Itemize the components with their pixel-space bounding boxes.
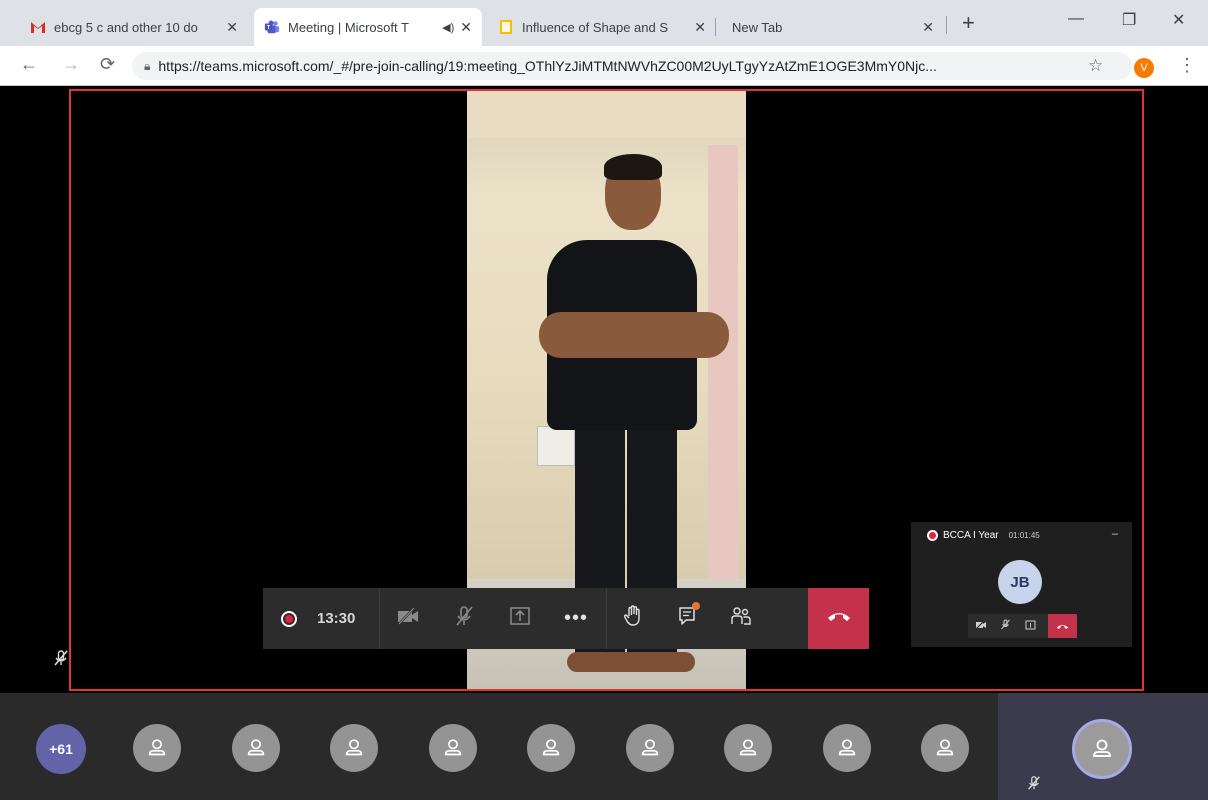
mic-off-icon [52,649,70,667]
more-actions-button[interactable]: ••• [552,588,600,649]
minimize-icon[interactable]: – [1112,528,1118,540]
bookmark-star-icon[interactable]: ☆ [1088,56,1103,76]
hand-icon [623,605,643,632]
url-text: https://teams.microsoft.com/_#/pre-join-… [158,58,937,74]
call-timer: 13:30 [317,610,356,627]
speaker-icon[interactable]: ◀︎) [442,21,454,34]
teams-icon: T [264,19,280,35]
mic-toggle-button[interactable] [440,588,488,649]
mini-call-controls [968,614,1077,638]
person-icon [838,739,856,756]
browser-toolbar: ← → ⟳ 🔒︎ https://teams.microsoft.com/_#/… [0,46,1208,86]
share-screen-icon [509,606,531,631]
participant-avatar[interactable] [724,724,772,772]
person-icon [739,739,757,756]
participant-avatar[interactable] [232,724,280,772]
tab-teams-meeting[interactable]: T Meeting | Microsoft T ◀︎) ✕ [254,8,482,46]
meeting-stage: 13:30 ••• BCCA I Year 01:01:45 – JB [0,87,1208,693]
mini-call-time: 01:01:45 [1008,531,1040,540]
participant-avatar[interactable] [921,724,969,772]
participant-avatar[interactable] [330,724,378,772]
recording-indicator: 13:30 [263,588,380,649]
self-avatar [1072,719,1132,779]
call-controls: 13:30 ••• [263,588,869,649]
close-icon[interactable]: ✕ [922,19,934,36]
share-screen-icon [1025,617,1036,635]
mini-hang-up-button[interactable] [1048,614,1077,638]
person-icon [345,739,363,756]
tab-title: Meeting | Microsoft T [288,19,409,35]
mic-off-icon [1000,617,1011,635]
camera-off-icon [396,606,420,631]
address-bar[interactable]: 🔒︎ https://teams.microsoft.com/_#/pre-jo… [132,52,1132,80]
new-tab-button[interactable]: + [962,12,975,34]
restore-button[interactable]: ❐ [1122,10,1136,30]
minimize-button[interactable]: — [1068,10,1084,28]
close-window-button[interactable]: ✕ [1172,10,1185,30]
mic-off-icon [453,605,475,632]
browser-tab-bar: ebcg 5 c and other 10 do ✕ T Meeting | M… [0,0,1208,46]
mic-off-icon [1026,775,1042,791]
people-icon [730,606,752,631]
record-icon [281,610,297,627]
person-icon [247,739,265,756]
avatar: JB [998,560,1042,604]
forward-arrow-icon[interactable]: → [62,54,80,75]
hang-up-button[interactable] [808,588,869,649]
participant-avatar[interactable] [527,724,575,772]
chat-button[interactable] [663,588,711,649]
profile-avatar[interactable]: V [1134,58,1154,78]
participant-avatar[interactable] [133,724,181,772]
tab-document[interactable]: Influence of Shape and S ✕ [488,8,716,46]
mini-call-window[interactable]: BCCA I Year 01:01:45 – JB [911,522,1132,647]
person-icon [148,739,166,756]
participant-strip: +61 [0,693,1208,800]
tab-new-tab[interactable]: New Tab ✕ [722,8,944,46]
person-icon [936,739,954,756]
more-participants-button[interactable]: +61 [36,724,86,774]
doc-icon [498,19,514,35]
mini-mic-button[interactable] [993,614,1018,638]
camera-off-icon [975,617,987,635]
tab-title: Influence of Shape and S [522,19,669,35]
close-icon[interactable]: ✕ [694,19,706,36]
tab-title: New Tab [732,19,783,35]
phone-hangup-icon [826,609,852,628]
lock-icon: 🔒︎ [144,58,151,73]
participant-avatar[interactable] [823,724,871,772]
participants-button[interactable] [717,588,765,649]
menu-icon[interactable]: ⋮ [1178,55,1196,76]
phone-hangup-icon [1056,617,1069,635]
mini-call-title: BCCA I Year [943,530,999,541]
camera-toggle-button[interactable] [384,588,432,649]
tab-title: ebcg 5 c and other 10 do [54,19,198,35]
more-dots-icon: ••• [563,607,588,629]
mini-camera-button[interactable] [968,614,993,638]
raise-hand-button[interactable] [609,588,657,649]
person-icon [641,739,659,756]
mini-share-button[interactable] [1018,614,1043,638]
close-icon[interactable]: ✕ [460,19,472,36]
back-arrow-icon[interactable]: ← [20,54,38,75]
tab-gmail[interactable]: ebcg 5 c and other 10 do ✕ [20,8,248,46]
gmail-icon [30,19,46,35]
chat-icon [677,602,700,631]
close-icon[interactable]: ✕ [226,19,238,36]
self-preview-tile[interactable] [998,693,1208,800]
reload-icon[interactable]: ⟳ [100,54,115,75]
person-icon [1093,739,1111,757]
person-icon [444,739,462,756]
record-icon [927,530,938,541]
share-screen-button[interactable] [496,588,544,649]
participant-avatar[interactable] [429,724,477,772]
person-icon [542,739,560,756]
participant-avatar[interactable] [626,724,674,772]
